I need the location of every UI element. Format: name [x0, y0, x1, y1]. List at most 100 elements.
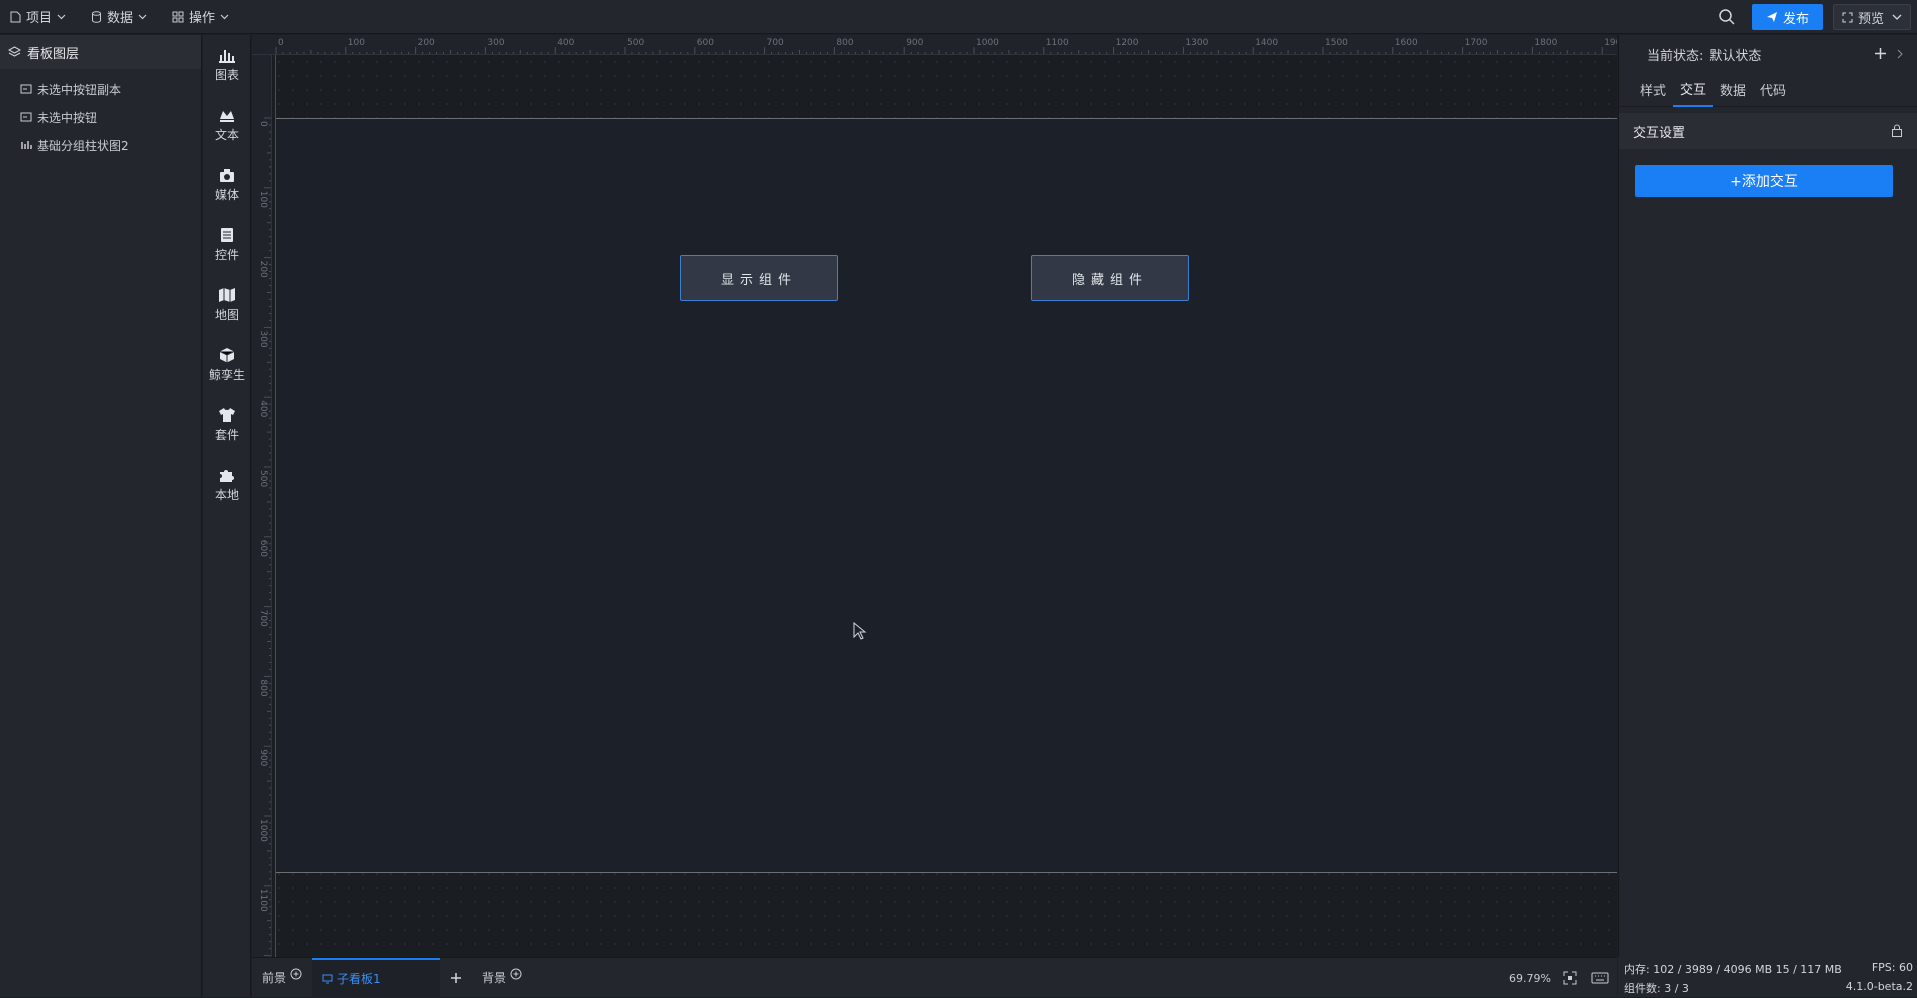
- ruler-label: 700: [767, 38, 784, 48]
- plus-circle-icon[interactable]: [510, 968, 522, 980]
- control-icon: [221, 228, 233, 242]
- tool-twin[interactable]: 鲸孪生: [203, 335, 251, 395]
- tab-style[interactable]: 样式: [1633, 73, 1673, 107]
- publish-button[interactable]: 发布: [1751, 4, 1823, 30]
- artboard[interactable]: 显示组件 隐藏组件: [276, 118, 1617, 873]
- ruler-label: 0: [278, 38, 284, 48]
- hide-component-button[interactable]: 隐藏组件: [1031, 255, 1189, 301]
- chevron-down-icon: [220, 14, 229, 19]
- ruler-label: 1100: [258, 889, 268, 912]
- top-bar: 项目 数据 操作 发布 预览: [0, 0, 1917, 34]
- add-board-button[interactable]: [440, 958, 472, 998]
- tab-code-label: 代码: [1760, 84, 1787, 99]
- tool-chart[interactable]: 图表: [203, 35, 251, 95]
- add-interaction-label: +添加交互: [1730, 174, 1798, 190]
- keyboard-icon[interactable]: [1591, 972, 1609, 984]
- chevron-down-icon[interactable]: [1892, 14, 1902, 20]
- ruler-label: 100: [258, 191, 268, 208]
- tab-background[interactable]: 背景: [472, 958, 532, 998]
- chevron-down-icon: [138, 14, 147, 19]
- tool-text[interactable]: 文本: [203, 95, 251, 155]
- layer-item[interactable]: 未选中按钮: [0, 103, 201, 131]
- button-icon: [20, 84, 32, 94]
- plus-circle-icon[interactable]: [290, 968, 302, 980]
- menu-data-label: 数据: [107, 11, 134, 26]
- tool-label: 控件: [214, 248, 239, 262]
- tool-map[interactable]: 地图: [203, 275, 251, 335]
- chart-icon: [219, 50, 235, 63]
- ruler-label: 1200: [1116, 38, 1139, 48]
- button-icon: [20, 112, 32, 122]
- media-icon: [220, 169, 234, 182]
- tool-media[interactable]: 媒体: [203, 155, 251, 215]
- tab-subboard[interactable]: 子看板1: [312, 957, 441, 998]
- memory-readout: 内存: 102 / 3989 / 4096 MB 15 / 117 MB: [1624, 963, 1842, 976]
- preview-button[interactable]: 预览: [1832, 4, 1911, 30]
- fit-screen-icon[interactable]: [1563, 971, 1577, 985]
- menu-data[interactable]: 数据: [81, 0, 162, 34]
- tool-control[interactable]: 控件: [203, 215, 251, 275]
- ruler-label: 600: [697, 38, 714, 48]
- status-bar: 内存: 102 / 3989 / 4096 MB 15 / 117 MB FPS…: [1618, 957, 1917, 997]
- tab-data[interactable]: 数据: [1713, 73, 1753, 107]
- ruler-label: 1500: [1325, 38, 1348, 48]
- ruler-label: 1900: [1604, 38, 1617, 48]
- layer-item[interactable]: 未选中按钮副本: [0, 75, 201, 103]
- search-icon[interactable]: [1718, 8, 1736, 26]
- layers-panel: 看板图层 未选中按钮副本 未选中按钮 基础分组柱状图2: [0, 35, 202, 997]
- cube-icon: [219, 348, 235, 363]
- ruler-label: 900: [906, 38, 923, 48]
- tool-label: 套件: [214, 428, 239, 442]
- text-icon: [220, 111, 234, 122]
- plus-icon: [451, 972, 462, 983]
- layer-item-label: 未选中按钮副本: [37, 82, 122, 97]
- lock-icon[interactable]: [1891, 124, 1903, 137]
- ruler-label: 300: [258, 330, 268, 347]
- zoom-level[interactable]: 69.79%: [1509, 972, 1551, 985]
- component-count: 组件数: 3 / 3: [1624, 982, 1689, 995]
- menu-project-label: 项目: [26, 11, 53, 26]
- ruler-label: 1300: [1185, 38, 1208, 48]
- tool-local[interactable]: 本地: [203, 455, 251, 515]
- menu-project[interactable]: 项目: [0, 0, 81, 34]
- show-component-label: 显示组件: [720, 272, 797, 288]
- ruler-label: 600: [258, 540, 268, 557]
- add-interaction-button[interactable]: +添加交互: [1635, 165, 1893, 197]
- ruler-label: 300: [487, 38, 504, 48]
- state-value[interactable]: 默认状态: [1709, 45, 1761, 64]
- component-toolbox: 图表 文本 媒体 控件 地图 鲸孪生 套件 本地: [203, 35, 251, 997]
- menu-operation[interactable]: 操作: [162, 0, 244, 34]
- state-label: 当前状态:: [1647, 48, 1704, 64]
- ruler-label: 1800: [1534, 38, 1557, 48]
- canvas-area[interactable]: 显示组件 隐藏组件: [272, 55, 1617, 957]
- tab-background-label: 背景: [482, 971, 507, 985]
- plus-icon[interactable]: [1874, 47, 1887, 60]
- tab-interaction-label: 交互: [1680, 83, 1707, 98]
- tab-foreground[interactable]: 前景: [252, 958, 312, 998]
- chevron-down-icon: [57, 14, 66, 19]
- show-component-button[interactable]: 显示组件: [680, 255, 838, 301]
- ruler-label: 1600: [1395, 38, 1418, 48]
- layer-item-label: 基础分组柱状图2: [37, 138, 129, 153]
- ruler-label: 700: [258, 610, 268, 627]
- chevron-right-icon[interactable]: [1897, 49, 1903, 59]
- tool-label: 文本: [214, 128, 239, 142]
- hide-component-label: 隐藏组件: [1071, 272, 1148, 288]
- tab-code[interactable]: 代码: [1753, 73, 1793, 107]
- tool-kit[interactable]: 套件: [203, 395, 251, 455]
- ruler-label: 800: [258, 679, 268, 696]
- tab-foreground-label: 前景: [262, 971, 287, 985]
- ruler-top: 0 100 200 300 400 500 600 700 800 900 1000 1100 1200…: [252, 35, 1617, 55]
- grid-icon: [172, 11, 184, 22]
- ruler-label: 800: [836, 38, 853, 48]
- ruler-left-ticks: 0 100 200 300 400 500 600 700 800 900 1000 1100: [258, 117, 271, 957]
- top-actions: 发布 预览: [1718, 0, 1917, 34]
- layer-item-label: 未选中按钮: [37, 110, 98, 125]
- bar-chart-icon: [21, 141, 32, 149]
- zoom-controls: 69.79%: [1509, 958, 1551, 998]
- layer-item[interactable]: 基础分组柱状图2: [0, 131, 201, 159]
- tab-interaction[interactable]: 交互: [1673, 73, 1714, 107]
- ruler-label: 0: [258, 121, 268, 127]
- fullscreen-icon: [1842, 12, 1853, 22]
- bottom-bar: 前景 子看板1 背景 69.79%: [252, 957, 1617, 998]
